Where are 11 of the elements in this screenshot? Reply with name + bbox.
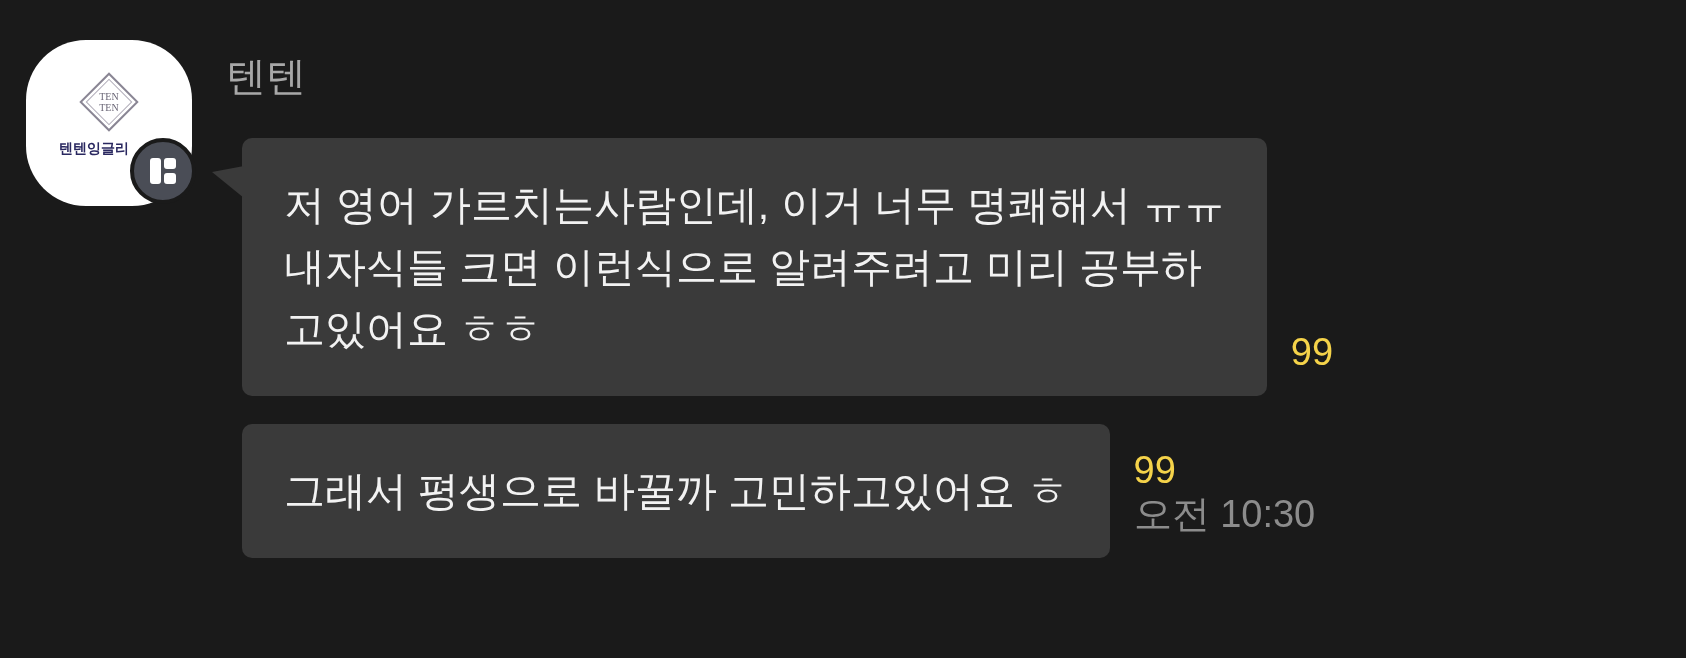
logo-caption: 텐텐잉글리: [59, 139, 129, 158]
logo-text: TEN: [99, 91, 119, 102]
message-text: 그래서 평생으로 바꿀까 고민하고있어요 ㅎ: [284, 467, 1068, 516]
unread-count: 99: [1133, 448, 1177, 492]
logo-text: TEN: [99, 102, 119, 113]
message-time: 오전 10:30: [1133, 492, 1316, 536]
diamond-icon: [77, 70, 141, 134]
layout-icon: [148, 156, 178, 186]
sender-name: 텐텐: [226, 53, 307, 100]
unread-count: 99: [1290, 330, 1334, 374]
message-text: 저 영어 가르치는사람인데, 이거 너무 명쾌해서 ㅠㅠ 내자식들 크면 이런식으로 알려주려고 미리 공부하 고있어요 ㅎㅎ: [284, 181, 1225, 354]
